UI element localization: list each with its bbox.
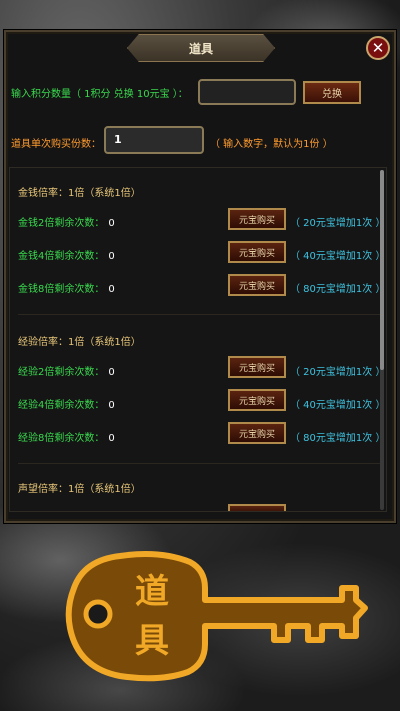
- price-text: （ 20元宝增加1次 ）: [290, 367, 386, 378]
- divider: [18, 463, 380, 464]
- buy-button[interactable]: 元宝购买: [228, 422, 286, 444]
- list-scrollbar[interactable]: [380, 170, 384, 510]
- price-text: （ 80元宝增加1次 ）: [290, 284, 386, 295]
- purchase-qty-hint: （ 输入数字，默认为1份 ）: [210, 139, 333, 150]
- list-item: 金钱4倍剩余次数： 0: [18, 247, 115, 262]
- price-text: （ 40元宝增加1次 ）: [290, 251, 386, 262]
- key-icon: 道 具: [65, 551, 368, 682]
- exchange-button[interactable]: 兑换: [303, 81, 361, 104]
- section-title: 金钱倍率：1倍（系统1倍）: [18, 188, 141, 199]
- list-item: 经验2倍剩余次数： 0: [18, 363, 115, 378]
- price-text: （ 40元宝增加1次 ）: [290, 400, 386, 411]
- list-item: 经验4倍剩余次数： 0: [18, 396, 115, 411]
- item-label: 金钱8倍剩余次数：: [18, 284, 105, 295]
- purchase-qty-input[interactable]: 1: [104, 126, 204, 154]
- section-title: 声望倍率：1倍（系统1倍）: [18, 484, 141, 495]
- item-count: 0: [108, 284, 115, 295]
- price-text: （ 80元宝增加1次 ）: [290, 433, 386, 444]
- item-label: 经验4倍剩余次数：: [18, 400, 105, 411]
- points-input[interactable]: [198, 79, 296, 105]
- buy-button[interactable]: 元宝购买: [228, 241, 286, 263]
- item-label: 经验8倍剩余次数：: [18, 433, 105, 444]
- panel-title: 道具: [127, 34, 275, 62]
- item-count: 0: [108, 400, 115, 411]
- item-label: 经验2倍剩余次数：: [18, 367, 105, 378]
- key-char-1: 道: [135, 572, 169, 612]
- list-item: 金钱8倍剩余次数： 0: [18, 280, 115, 295]
- divider: [18, 314, 380, 315]
- exchange-label: 输入积分数量（ 1积分 兑换 10元宝 ）：: [11, 89, 188, 100]
- buy-button[interactable]: 元宝购买: [228, 208, 286, 230]
- item-count: 0: [108, 251, 115, 262]
- buy-button[interactable]: 元宝购买: [228, 274, 286, 296]
- section-title: 经验倍率：1倍（系统1倍）: [18, 337, 141, 348]
- item-count: 0: [108, 367, 115, 378]
- key-char-2: 具: [135, 621, 169, 661]
- list-item: 金钱2倍剩余次数： 0: [18, 214, 115, 229]
- buy-button[interactable]: [228, 504, 286, 511]
- list-item: 经验8倍剩余次数： 0: [18, 429, 115, 444]
- buy-button[interactable]: 元宝购买: [228, 389, 286, 411]
- close-icon: ✕: [371, 39, 385, 57]
- purchase-qty-label: 道具单次购买份数：: [11, 139, 101, 150]
- close-button[interactable]: ✕: [366, 36, 390, 60]
- buy-button[interactable]: 元宝购买: [228, 356, 286, 378]
- item-label: 金钱4倍剩余次数：: [18, 251, 105, 262]
- price-text: （ 20元宝增加1次 ）: [290, 218, 386, 229]
- multiplier-list[interactable]: 金钱倍率：1倍（系统1倍） 金钱2倍剩余次数： 0 元宝购买 （ 20元宝增加1次…: [9, 167, 387, 512]
- item-count: 0: [108, 218, 115, 229]
- scroll-thumb[interactable]: [380, 170, 384, 370]
- item-count: 0: [108, 433, 115, 444]
- item-label: 金钱2倍剩余次数：: [18, 218, 105, 229]
